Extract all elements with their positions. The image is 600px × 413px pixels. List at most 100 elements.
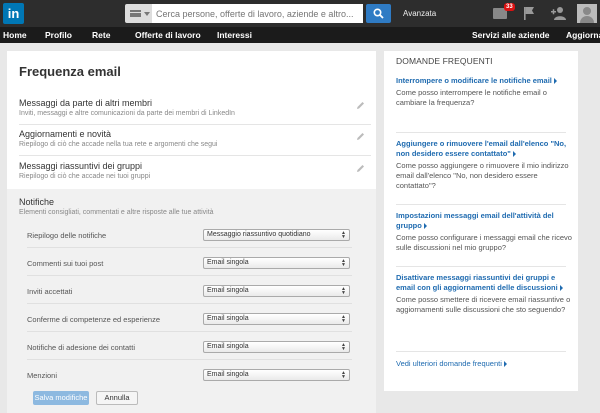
notification-row: Conferme di competenze ed esperienze Ema… xyxy=(27,311,352,331)
faq-title: DOMANDE FREQUENTI xyxy=(396,56,493,66)
section-desc: Inviti, messaggi e altre comunicazioni d… xyxy=(19,110,235,117)
select-value: Email singola xyxy=(207,259,249,266)
page-title: Frequenza email xyxy=(19,64,121,79)
divider xyxy=(19,124,371,125)
divider xyxy=(19,155,371,156)
select-arrows-icon: ▲ ▼ xyxy=(341,258,346,268)
list-icon xyxy=(130,10,141,17)
frequency-select[interactable]: Email singola ▲ ▼ xyxy=(203,285,350,297)
main-nav: Home Profilo Rete Offerte di lavoro Inte… xyxy=(0,27,600,43)
save-button[interactable]: Salva modifiche xyxy=(33,391,89,405)
pencil-icon[interactable] xyxy=(356,132,365,141)
select-value: Email singola xyxy=(207,371,249,378)
nav-network[interactable]: Rete xyxy=(92,30,110,40)
top-header: in Avanzata 33 xyxy=(0,0,600,27)
search-icon xyxy=(373,8,384,19)
frequency-select[interactable]: Messaggio riassuntivo quotidiano ▲ ▼ xyxy=(203,229,350,241)
faq-text: Come posso interrompere le notifiche ema… xyxy=(396,88,547,107)
flag-icon[interactable] xyxy=(523,6,535,20)
row-label: Menzioni xyxy=(27,371,58,380)
row-label: Conferme di competenze ed esperienze xyxy=(27,315,160,324)
divider xyxy=(396,351,566,352)
divider xyxy=(27,331,352,332)
frequency-select[interactable]: Email singola ▲ ▼ xyxy=(203,313,350,325)
select-arrows-icon: ▲ ▼ xyxy=(341,342,346,352)
select-value: Email singola xyxy=(207,315,249,322)
notifications-title: Notifiche xyxy=(19,197,55,207)
faq-link[interactable]: Aggiungere o rimuovere l'email dall'elen… xyxy=(396,139,574,159)
section-updates-news[interactable]: Aggiornamenti e novità Riepilogo di ciò … xyxy=(19,129,369,148)
section-title: Messaggi da parte di altri membri xyxy=(19,98,153,108)
faq-item: Aggiungere o rimuovere l'email dall'elen… xyxy=(396,139,574,191)
select-arrows-icon: ▲ ▼ xyxy=(341,370,346,380)
select-arrows-icon: ▲ ▼ xyxy=(341,286,346,296)
faq-link[interactable]: Disattivare messaggi riassuntivi dei gru… xyxy=(396,273,574,293)
nav-jobs[interactable]: Offerte di lavoro xyxy=(135,30,201,40)
row-label: Inviti accettati xyxy=(27,287,73,296)
select-arrows-icon: ▲ ▼ xyxy=(341,314,346,324)
faq-link[interactable]: Interrompere o modificare le notifiche e… xyxy=(396,76,574,86)
cancel-button[interactable]: Annulla xyxy=(96,391,138,405)
select-value: Email singola xyxy=(207,343,249,350)
notification-row: Notifiche di adesione dei contatti Email… xyxy=(27,339,352,359)
notification-row: Inviti accettati Email singola ▲ ▼ xyxy=(27,283,352,303)
nav-upgrade[interactable]: Aggiorna xyxy=(566,30,600,40)
linkedin-logo[interactable]: in xyxy=(3,3,24,24)
avatar[interactable] xyxy=(577,4,597,23)
search-category-dropdown[interactable] xyxy=(125,4,152,23)
notifications-panel: Notifiche Elementi consigliati, commenta… xyxy=(7,189,376,413)
pencil-icon[interactable] xyxy=(356,101,365,110)
section-title: Messaggi riassuntivi dei gruppi xyxy=(19,161,143,171)
faq-panel: DOMANDE FREQUENTI Interrompere o modific… xyxy=(384,51,578,391)
divider xyxy=(396,204,566,205)
divider xyxy=(396,132,566,133)
pencil-icon[interactable] xyxy=(356,164,365,173)
divider xyxy=(27,247,352,248)
row-label: Riepilogo delle notifiche xyxy=(27,231,107,240)
row-label: Commenti sui tuoi post xyxy=(27,259,104,268)
section-desc: Riepilogo di ciò che accade nei tuoi gru… xyxy=(19,173,151,180)
nav-home[interactable]: Home xyxy=(3,30,27,40)
search-button[interactable] xyxy=(366,4,391,23)
section-title: Aggiornamenti e novità xyxy=(19,129,112,139)
faq-item: Disattivare messaggi riassuntivi dei gru… xyxy=(396,273,574,315)
nav-interests[interactable]: Interessi xyxy=(217,30,252,40)
frequency-select[interactable]: Email singola ▲ ▼ xyxy=(203,257,350,269)
notification-row: Commenti sui tuoi post Email singola ▲ ▼ xyxy=(27,255,352,275)
section-member-messages[interactable]: Messaggi da parte di altri membri Inviti… xyxy=(19,98,369,117)
faq-text: Come posso configurare i messaggi email … xyxy=(396,233,572,252)
faq-text: Come posso smettere di ricevere email ri… xyxy=(396,295,571,314)
nav-profile[interactable]: Profilo xyxy=(45,30,72,40)
select-value: Messaggio riassuntivo quotidiano xyxy=(207,231,311,238)
divider xyxy=(27,303,352,304)
select-value: Email singola xyxy=(207,287,249,294)
divider xyxy=(27,275,352,276)
frequency-select[interactable]: Email singola ▲ ▼ xyxy=(203,369,350,381)
row-label: Notifiche di adesione dei contatti xyxy=(27,343,135,352)
mail-count-badge: 33 xyxy=(504,3,515,11)
notifications-desc: Elementi consigliati, commentati e altre… xyxy=(19,209,214,216)
frequency-select[interactable]: Email singola ▲ ▼ xyxy=(203,341,350,353)
faq-link[interactable]: Impostazioni messaggi email dell'attivit… xyxy=(396,211,574,231)
section-desc: Riepilogo di ciò che accade nella tua re… xyxy=(19,141,218,148)
email-frequency-card: Frequenza email Messaggi da parte di alt… xyxy=(7,51,376,413)
arrow-right-icon xyxy=(512,151,516,158)
select-arrows-icon: ▲ ▼ xyxy=(341,230,346,240)
nav-business-services[interactable]: Servizi alle aziende xyxy=(472,30,549,40)
advanced-search-link[interactable]: Avanzata xyxy=(403,9,436,18)
arrow-right-icon xyxy=(423,223,427,230)
section-group-digests[interactable]: Messaggi riassuntivi dei gruppi Riepilog… xyxy=(19,161,369,180)
more-faq-link[interactable]: Vedi ulteriori domande frequenti xyxy=(396,359,507,368)
arrow-right-icon xyxy=(553,78,557,85)
chevron-down-icon xyxy=(144,12,150,16)
arrow-right-icon xyxy=(559,285,563,292)
divider xyxy=(27,359,352,360)
notification-row: Riepilogo delle notifiche Messaggio rias… xyxy=(27,227,352,247)
search-input[interactable] xyxy=(152,4,363,23)
arrow-right-icon xyxy=(503,361,507,368)
faq-item: Impostazioni messaggi email dell'attivit… xyxy=(396,211,574,253)
add-connection-icon[interactable] xyxy=(551,6,567,20)
faq-item: Interrompere o modificare le notifiche e… xyxy=(396,76,574,108)
faq-text: Come posso aggiungere o rimuovere il mio… xyxy=(396,161,569,190)
notification-row: Menzioni Email singola ▲ ▼ xyxy=(27,367,352,387)
